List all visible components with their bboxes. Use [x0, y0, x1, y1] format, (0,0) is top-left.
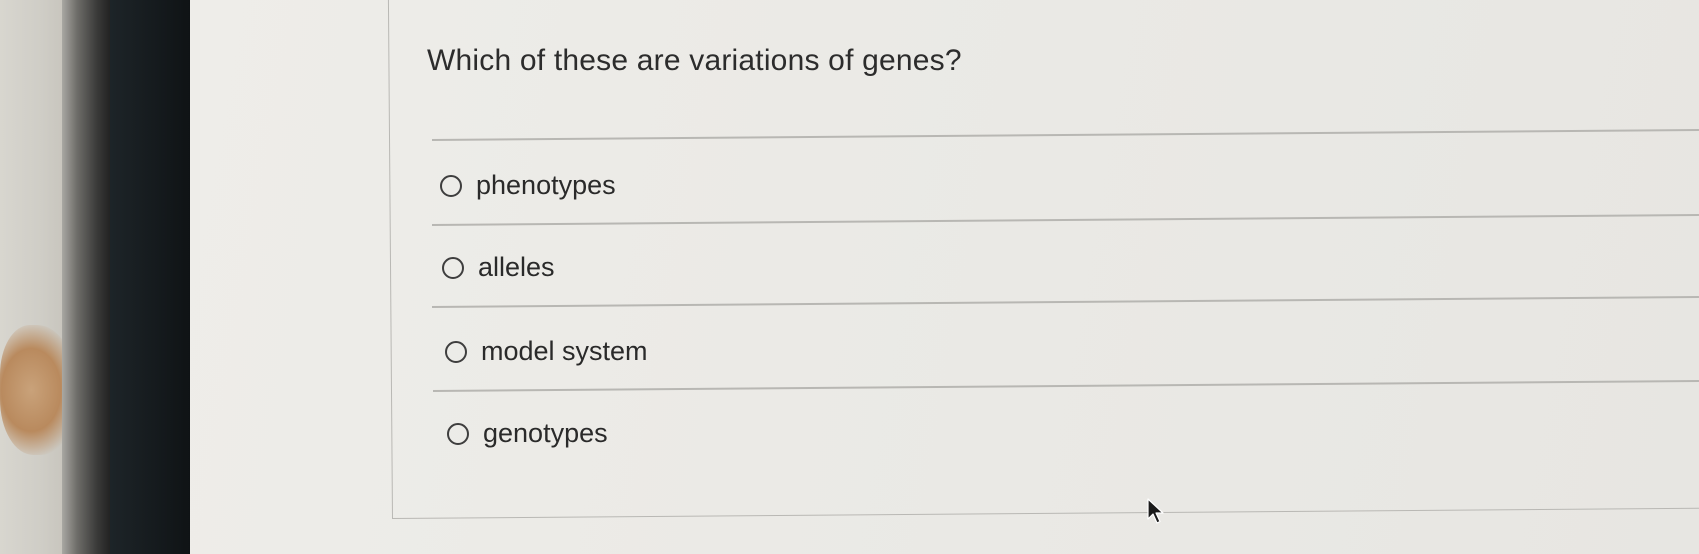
radio-button[interactable] — [445, 340, 467, 363]
radio-button[interactable] — [442, 256, 464, 279]
monitor-bezel — [110, 0, 190, 554]
background-wall — [0, 0, 70, 554]
option-alleles[interactable]: alleles — [442, 252, 555, 283]
option-label: genotypes — [483, 418, 608, 448]
option-phenotypes[interactable]: phenotypes — [440, 170, 616, 201]
option-model-system[interactable]: model system — [445, 336, 648, 367]
option-genotypes[interactable]: genotypes — [447, 418, 608, 449]
question-text: Which of these are variations of genes? — [427, 44, 962, 77]
radio-button[interactable] — [440, 174, 462, 197]
option-label: model system — [481, 336, 648, 366]
option-label: phenotypes — [476, 170, 616, 200]
monitor-frame — [62, 0, 112, 554]
option-label: alleles — [478, 252, 555, 282]
radio-button[interactable] — [447, 422, 469, 445]
mouse-cursor-icon — [1147, 498, 1164, 524]
